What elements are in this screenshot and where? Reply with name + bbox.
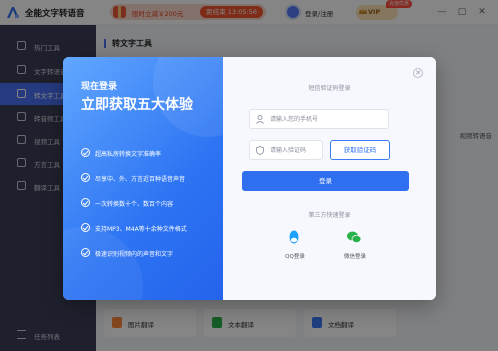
login-promo-panel: 现在登录 立即获取五大体验 超高私房转换文字准确率 尽享中、外、方言近百种语音声…: [63, 57, 223, 300]
close-dialog-button[interactable]: ✕: [413, 68, 423, 78]
wechat-login-label: 微信登录: [343, 254, 366, 260]
code-field[interactable]: [249, 140, 323, 160]
feature-item: 极速识别视频内的声音和文字: [81, 247, 221, 259]
check-circle-icon: [81, 198, 90, 207]
check-circle-icon: [81, 248, 90, 257]
login-button[interactable]: 登录: [242, 171, 409, 191]
third-party-login-title: 第三方快速登录: [308, 212, 351, 219]
phone-field[interactable]: [249, 109, 389, 129]
verification-code-input[interactable]: [270, 144, 320, 157]
decor-circle: [63, 227, 143, 300]
wechat-icon: [347, 231, 362, 243]
login-subheading: 立即获取五大体验: [81, 97, 193, 113]
login-dialog: 现在登录 立即获取五大体验 超高私房转换文字准确率 尽享中、外、方言近百种语音声…: [63, 57, 436, 300]
check-circle-icon: [81, 223, 90, 232]
login-heading: 现在登录: [81, 82, 118, 92]
phone-input[interactable]: [270, 113, 384, 126]
qq-login-label: QQ登录: [285, 254, 305, 260]
feature-item: 尽享中、外、方言近百种语音声音: [81, 172, 221, 184]
qq-login-button[interactable]: QQ登录: [275, 229, 315, 269]
feature-text: 支持MP3、M4A等十余种文件格式: [95, 226, 187, 233]
feature-text: 一次转换数十个、数百个内容: [95, 201, 174, 208]
get-code-button[interactable]: 获取验证码: [330, 140, 390, 160]
feature-item: 超高私房转换文字准确率: [81, 147, 221, 159]
user-icon: [256, 115, 264, 124]
feature-item: 支持MP3、M4A等十余种文件格式: [81, 222, 221, 234]
feature-item: 一次转换数十个、数百个内容: [81, 197, 221, 209]
feature-text: 超高私房转换文字准确率: [95, 151, 162, 158]
feature-text: 极速识别视频内的声音和文字: [95, 251, 174, 258]
check-circle-icon: [81, 148, 90, 157]
qq-icon: [289, 230, 299, 244]
feature-text: 尽享中、外、方言近百种语音声音: [95, 176, 186, 183]
shield-icon: [256, 146, 264, 155]
check-circle-icon: [81, 173, 90, 182]
sms-login-title: 短信验证码登录: [308, 85, 351, 92]
login-form-panel: ✕ 短信验证码登录 获取验证码 登录 第三方快速登录 QQ登录: [223, 57, 436, 300]
wechat-login-button[interactable]: 微信登录: [335, 229, 375, 269]
